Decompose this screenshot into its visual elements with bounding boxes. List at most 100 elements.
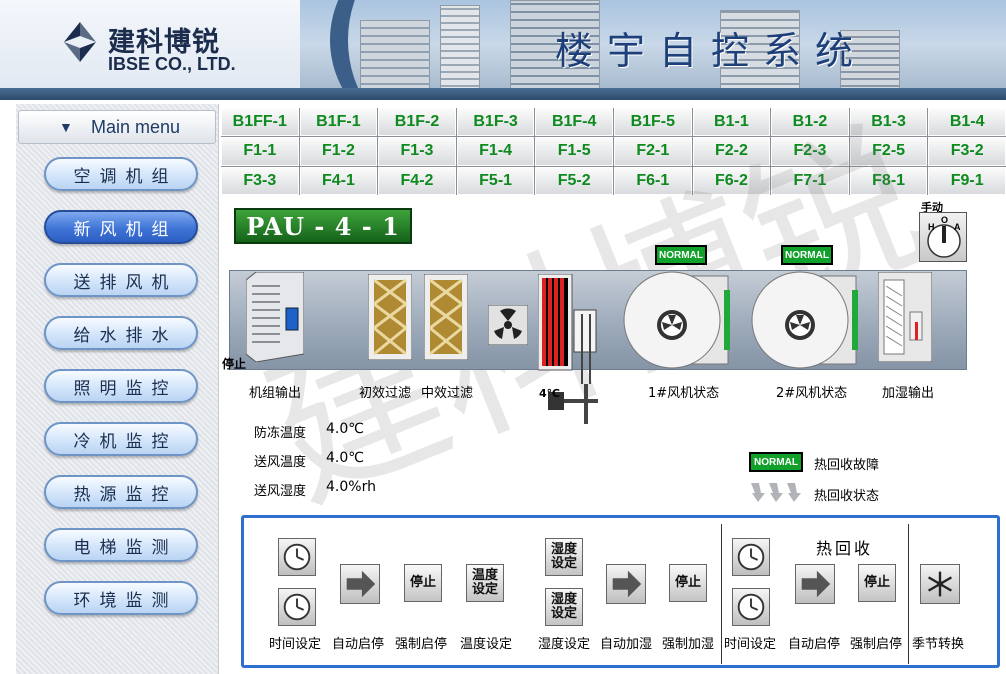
floor-button[interactable]: F1-2 [299,137,378,166]
system-title: 楼宇自控系统 [555,29,868,73]
hr-force-start-label: 强制启停 [850,637,903,652]
floor-button[interactable]: B1F-2 [378,108,456,137]
logo-icon [64,22,96,62]
floor-button[interactable]: B1F-3 [456,108,535,137]
temp-set-label: 温度设定 [460,637,513,652]
stop-heat-recovery-button[interactable]: 停止 [858,564,896,602]
medium-filter-label: 中效过滤 [421,386,474,401]
humidity-set-button-2[interactable]: 湿度 设定 [545,588,583,626]
floor-button[interactable]: B1F-4 [535,108,613,137]
medium-filter-icon [424,274,468,360]
floor-button[interactable]: F7-1 [771,166,849,195]
floor-button[interactable]: F5-1 [456,166,535,195]
hoa-switch[interactable]: H O A [919,212,967,262]
clock-icon[interactable] [278,538,316,576]
menu-item-fresh-air[interactable]: 新风机组 [44,210,198,244]
sidebar: ▼ Main menu 空调机组 新风机组 送排风机 给水排水 照明监控 冷机监… [16,104,219,674]
antifreeze-temp-label: 防冻温度 [254,426,307,441]
floor-button[interactable]: F2-1 [613,137,692,166]
fan2-icon[interactable] [750,270,860,370]
hr-time-set-label: 时间设定 [724,637,777,652]
time-set-label: 时间设定 [269,637,322,652]
floor-button[interactable]: F6-1 [613,166,692,195]
unit-title: PAU - 4 - 1 [234,208,412,244]
floor-button[interactable]: F4-2 [378,166,456,195]
supply-humidity-value: 4.0%rh [326,479,376,495]
arrow-right-icon[interactable] [606,564,646,604]
floor-button[interactable]: F1-3 [378,137,456,166]
floor-button[interactable]: B1F-1 [299,108,378,137]
floor-button[interactable]: F5-2 [535,166,613,195]
humidity-set-button[interactable]: 湿度 设定 [545,538,583,576]
primary-filter-icon [368,274,412,360]
fan1-label: 1#风机状态 [648,386,720,401]
floor-button[interactable]: F1-1 [221,137,299,166]
heat-recovery-state-label: 热回收状态 [814,489,880,504]
menu-item-ahu[interactable]: 空调机组 [44,157,198,191]
menu-item-heat-source[interactable]: 热源监控 [44,475,198,509]
stop-humid-button[interactable]: 停止 [669,564,707,602]
floor-button[interactable]: B1-1 [692,108,771,137]
svg-text:O: O [941,215,948,225]
floor-button[interactable]: F4-1 [299,166,378,195]
airflow-arrows-icon [751,483,801,502]
floor-button[interactable]: F8-1 [849,166,928,195]
floor-button[interactable]: F1-5 [535,137,613,166]
control-panel: 热回收 停止 温度 设定 湿度 设定 湿度 设定 停止 停止 时间设定 自动启停… [241,515,1000,668]
fan2-status-badge: NORMAL [781,245,833,265]
stop-button[interactable]: 停止 [404,564,442,602]
floor-button[interactable]: F2-2 [692,137,771,166]
unit-output-label: 机组输出 [249,386,302,401]
clock-icon[interactable] [732,538,770,576]
floor-button[interactable]: F3-2 [928,137,1006,166]
auto-humidify-label: 自动加湿 [600,637,653,652]
triangle-down-icon: ▼ [59,119,73,135]
logo-english: IBSE CO., LTD. [108,54,236,74]
humidifier-output-label: 加湿输出 [882,386,935,401]
fan2-label: 2#风机状态 [776,386,848,401]
auto-start-label: 自动启停 [332,637,385,652]
floor-button[interactable]: B1-2 [771,108,849,137]
menu-item-environment[interactable]: 环境监测 [44,581,198,615]
svg-text:H: H [928,222,935,232]
season-switch-label: 季节转换 [912,637,965,652]
heat-recovery-title: 热回收 [816,539,874,558]
floor-button[interactable]: F9-1 [928,166,1006,195]
header-banner: 建科博锐 IBSE CO., LTD. 楼宇自控系统 [0,0,1006,100]
heat-recovery-fault-badge: NORMAL [749,452,803,472]
floor-button[interactable]: F2-5 [849,137,928,166]
menu-item-water[interactable]: 给水排水 [44,316,198,350]
floor-button[interactable]: B1FF-1 [221,108,299,137]
coil-valve-icon [538,274,598,424]
clock-icon[interactable] [732,588,770,626]
main-menu-header[interactable]: ▼ Main menu [18,110,216,144]
svg-text:A: A [954,222,961,232]
stop-status-text: 停止 [222,357,247,371]
floor-button[interactable]: B1-4 [928,108,1006,137]
force-humidify-label: 强制加湿 [662,637,715,652]
main-menu-label: Main menu [91,116,181,137]
floor-button[interactable]: F6-2 [692,166,771,195]
menu-item-lighting[interactable]: 照明监控 [44,369,198,403]
fan1-icon[interactable] [622,270,732,370]
floor-button[interactable]: B1-3 [849,108,928,137]
clock-icon[interactable] [278,588,316,626]
menu-item-chiller[interactable]: 冷机监控 [44,422,198,456]
arrow-right-icon[interactable] [795,564,835,604]
floor-button[interactable]: F1-4 [456,137,535,166]
primary-filter-label: 初效过滤 [359,386,412,401]
menu-item-elevator[interactable]: 电梯监测 [44,528,198,562]
radiation-icon [488,305,528,345]
floor-button[interactable]: F3-3 [221,166,299,195]
valve-temp-text: 4℃ [539,387,560,400]
supply-temp-value: 4.0℃ [326,450,364,466]
floor-button[interactable]: F2-3 [771,137,849,166]
humidifier-icon [878,272,932,362]
menu-item-supply-exhaust[interactable]: 送排风机 [44,263,198,297]
snowflake-icon[interactable] [920,564,960,604]
temp-set-button[interactable]: 温度 设定 [466,564,504,602]
floor-button[interactable]: B1F-5 [613,108,692,137]
arrow-right-icon[interactable] [340,564,380,604]
fan1-status-badge: NORMAL [655,245,707,265]
supply-humidity-label: 送风湿度 [254,484,307,499]
